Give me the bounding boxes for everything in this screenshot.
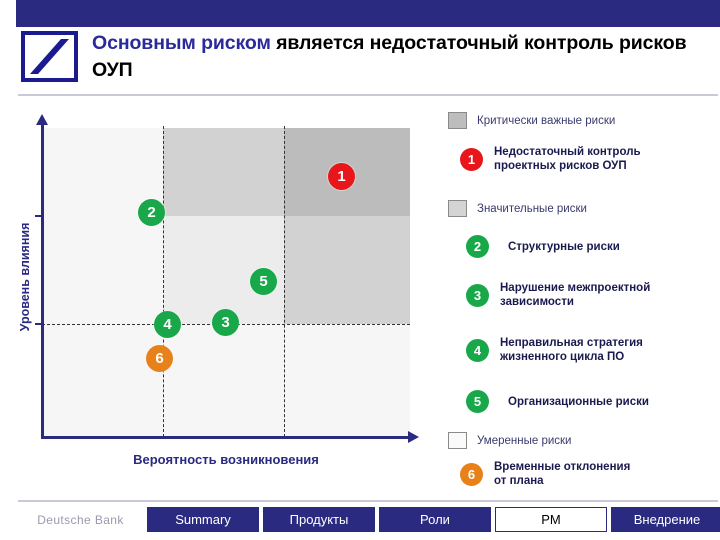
legend-category-moderate-label: Умеренные риски bbox=[477, 434, 572, 447]
risk-marker-6-label: 6 bbox=[155, 350, 164, 367]
bottom-navbar: Deutsche Bank Summary Продукты Роли PM В… bbox=[18, 507, 720, 532]
divider-vertical-2 bbox=[284, 126, 285, 437]
legend-category-moderate: Умеренные риски bbox=[448, 432, 571, 449]
legend-category-critical: Критически важные риски bbox=[448, 112, 615, 129]
legend-item-1-line1: Недостаточный контроль bbox=[494, 146, 641, 158]
legend-item-4-line1: Неправильная стратегия bbox=[500, 337, 643, 349]
legend-category-significant-label: Значительные риски bbox=[477, 202, 587, 215]
legend-item-3-line2: зависимости bbox=[500, 296, 574, 308]
risk-marker-5-label: 5 bbox=[259, 273, 268, 290]
legend-item-3-line1: Нарушение межпроектной bbox=[500, 282, 651, 294]
legend-category-significant: Значительные риски bbox=[448, 200, 587, 217]
legend-swatch-significant bbox=[448, 200, 467, 217]
legend-bullet-6-label: 6 bbox=[467, 466, 476, 482]
risk-marker-1-label: 1 bbox=[337, 168, 346, 185]
legend-swatch-moderate bbox=[448, 432, 467, 449]
risk-marker-6[interactable]: 6 bbox=[146, 345, 173, 372]
legend-item-6[interactable]: 6 Временные отклонения от плана bbox=[460, 460, 630, 488]
legend-item-1[interactable]: 1 Недостаточный контроль проектных риско… bbox=[460, 145, 641, 173]
legend-item-6-line1: Временные отклонения bbox=[494, 461, 631, 473]
legend-bullet-3-label: 3 bbox=[473, 287, 482, 303]
risk-matrix-chart: 1 2 5 4 3 6 Уровень влияния Вероятность … bbox=[0, 100, 440, 490]
legend-item-4-line2: жизненного цикла ПО bbox=[500, 351, 625, 363]
legend-bullet-4: 4 bbox=[466, 338, 489, 362]
x-axis-label: Вероятность возникновения bbox=[133, 452, 319, 467]
risk-legend: Критически важные риски 1 Недостаточный … bbox=[448, 105, 720, 490]
legend-item-5-label: Организационные риски bbox=[508, 395, 649, 409]
page-title-highlight: Основным риском bbox=[92, 32, 271, 54]
legend-item-2-line1: Структурные риски bbox=[508, 240, 620, 253]
legend-item-4-label: Неправильная стратегия жизненного цикла … bbox=[500, 336, 643, 364]
legend-swatch-critical bbox=[448, 112, 467, 129]
risk-marker-2-label: 2 bbox=[147, 204, 156, 221]
legend-item-3[interactable]: 3 Нарушение межпроектной зависимости bbox=[466, 281, 650, 309]
legend-bullet-5: 5 bbox=[466, 390, 489, 413]
legend-bullet-6: 6 bbox=[460, 462, 483, 486]
legend-item-6-label: Временные отклонения от плана bbox=[494, 460, 630, 488]
y-axis-tick-lower bbox=[35, 323, 43, 325]
risk-marker-2[interactable]: 2 bbox=[138, 199, 165, 226]
legend-category-critical-label: Критически важные риски bbox=[477, 114, 616, 127]
y-axis bbox=[41, 124, 44, 437]
legend-bullet-1-label: 1 bbox=[467, 151, 476, 167]
legend-bullet-3: 3 bbox=[466, 283, 489, 307]
nav-tab-roles[interactable]: Роли bbox=[379, 507, 491, 532]
y-axis-arrow bbox=[36, 114, 48, 125]
risk-marker-3[interactable]: 3 bbox=[212, 309, 239, 336]
y-axis-label: Уровень влияния bbox=[18, 222, 32, 332]
legend-bullet-5-label: 5 bbox=[473, 394, 482, 409]
legend-bullet-2: 2 bbox=[466, 235, 489, 258]
chart-plot-area: 1 2 5 4 3 6 Уровень влияния Вероятность … bbox=[0, 100, 440, 490]
legend-item-1-label: Недостаточный контроль проектных рисков … bbox=[494, 145, 641, 173]
risk-marker-3-label: 3 bbox=[221, 314, 230, 331]
legend-bullet-4-label: 4 bbox=[473, 342, 482, 358]
logo-slash-icon bbox=[30, 39, 69, 74]
legend-item-4[interactable]: 4 Неправильная стратегия жизненного цикл… bbox=[466, 336, 643, 364]
legend-item-2[interactable]: 2 Структурные риски bbox=[466, 235, 620, 258]
legend-item-5[interactable]: 5 Организационные риски bbox=[466, 390, 649, 413]
legend-item-2-label: Структурные риски bbox=[508, 240, 620, 254]
risk-marker-1[interactable]: 1 bbox=[328, 163, 355, 190]
top-accent-band bbox=[16, 0, 720, 27]
y-axis-tick-upper bbox=[35, 215, 43, 217]
nav-tab-rollout[interactable]: Внедрение bbox=[611, 507, 720, 532]
navbar-brand: Deutsche Bank bbox=[18, 507, 143, 532]
divider-vertical-1 bbox=[163, 126, 164, 437]
x-axis-arrow bbox=[408, 431, 419, 443]
nav-tab-summary[interactable]: Summary bbox=[147, 507, 259, 532]
legend-item-3-label: Нарушение межпроектной зависимости bbox=[500, 281, 650, 309]
risk-marker-4-label: 4 bbox=[163, 316, 172, 333]
risk-marker-5[interactable]: 5 bbox=[250, 268, 277, 295]
nav-tab-products[interactable]: Продукты bbox=[263, 507, 375, 532]
title-divider bbox=[18, 94, 718, 96]
x-axis bbox=[41, 436, 410, 439]
risk-marker-4[interactable]: 4 bbox=[154, 311, 181, 338]
deutsche-bank-logo bbox=[21, 31, 78, 82]
navbar-divider bbox=[18, 500, 718, 502]
legend-item-6-line2: от плана bbox=[494, 475, 544, 487]
legend-item-5-line1: Организационные риски bbox=[508, 395, 649, 408]
page-title: Основным риском является недостаточный к… bbox=[92, 30, 704, 84]
legend-bullet-1: 1 bbox=[460, 147, 483, 171]
legend-item-1-line2: проектных рисков ОУП bbox=[494, 160, 627, 172]
nav-tab-pm[interactable]: PM bbox=[495, 507, 607, 532]
legend-bullet-2-label: 2 bbox=[473, 239, 482, 254]
